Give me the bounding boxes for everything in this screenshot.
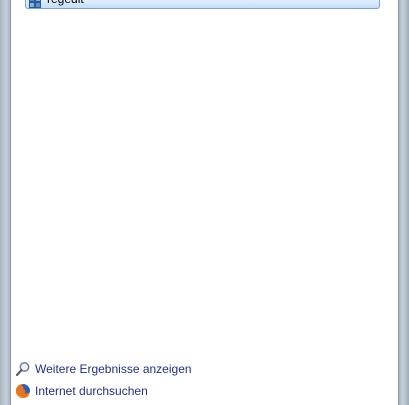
search-icon (15, 361, 31, 377)
result-item-label: regedit (47, 0, 84, 7)
more-results-link[interactable]: Weitere Ergebnisse anzeigen (15, 359, 192, 379)
search-internet-label: Internet durchsuchen (35, 384, 148, 398)
registry-editor-icon (29, 0, 43, 8)
search-internet-link[interactable]: Internet durchsuchen (15, 381, 148, 401)
firefox-icon (15, 383, 31, 399)
more-results-label: Weitere Ergebnisse anzeigen (35, 362, 192, 376)
result-item-regedit[interactable]: regedit (25, 0, 380, 9)
search-results-pane: regedit Weitere Ergebnisse anzeigen Inte… (10, 0, 399, 405)
